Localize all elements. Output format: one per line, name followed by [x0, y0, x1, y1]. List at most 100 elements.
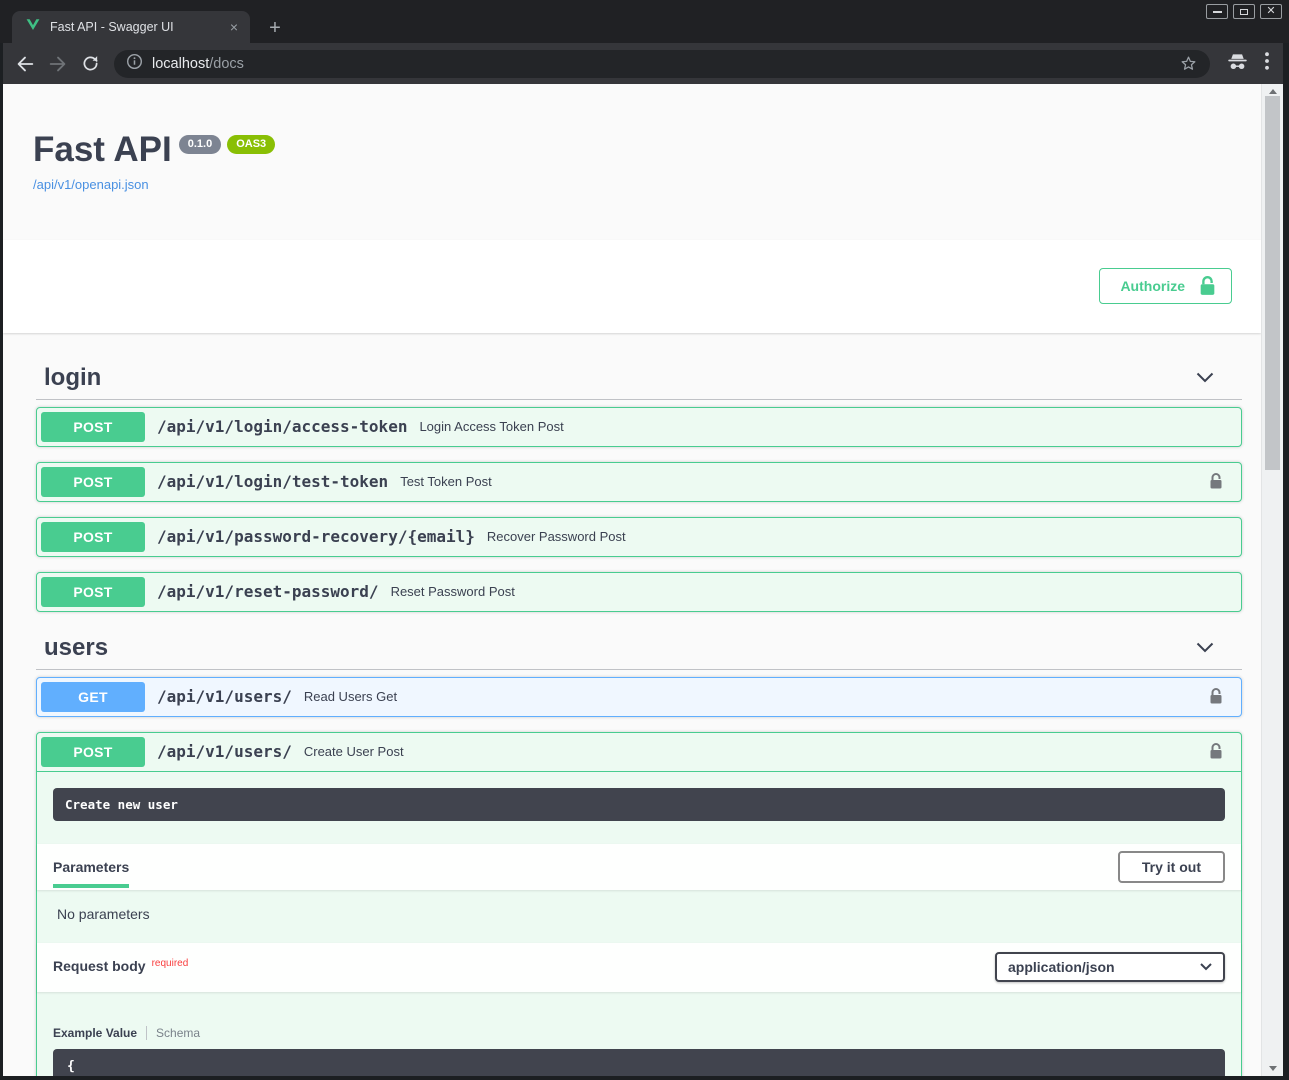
url-path: /docs [209, 56, 244, 72]
parameters-title: Parameters [53, 859, 129, 875]
maximize-button[interactable] [1233, 4, 1255, 19]
scheme-container: Authorize [3, 240, 1261, 333]
method-badge: POST [41, 467, 145, 497]
op-path: /api/v1/login/access-token [157, 417, 407, 436]
op-summary[interactable]: POST /api/v1/login/access-token Login Ac… [37, 408, 1241, 446]
close-button[interactable]: ✕ [1260, 4, 1282, 19]
opblock-create-user: POST /api/v1/users/ Create User Post Cre… [36, 732, 1242, 1076]
scrollbar-thumb[interactable] [1265, 96, 1280, 470]
opblock-password-recovery: POST /api/v1/password-recovery/{email} R… [36, 517, 1242, 557]
version-badge: 0.1.0 [179, 135, 221, 154]
section-login: login POST /api/v1/login/access-token Lo… [36, 357, 1242, 612]
incognito-icon [1226, 51, 1249, 77]
op-summary[interactable]: POST /api/v1/users/ Create User Post [37, 733, 1241, 772]
url-host: localhost [152, 56, 209, 72]
op-summary[interactable]: POST /api/v1/password-recovery/{email} R… [37, 518, 1241, 556]
authorize-button[interactable]: Authorize [1099, 268, 1232, 304]
operations-wrapper: login POST /api/v1/login/access-token Lo… [3, 357, 1261, 1076]
back-icon [19, 57, 33, 70]
browser-tab[interactable]: Fast API - Swagger UI × [12, 11, 250, 43]
browser-window: Fast API - Swagger UI × + ✕ localhost/do… [0, 0, 1289, 1080]
kebab-menu-icon [1265, 66, 1269, 70]
parameters-header: Parameters Try it out [37, 844, 1241, 890]
oas3-badge: OAS3 [227, 135, 275, 154]
try-it-out-button[interactable]: Try it out [1118, 851, 1225, 883]
media-type-value: application/json [1008, 959, 1115, 975]
new-tab-button[interactable]: + [263, 16, 287, 40]
openapi-spec-link[interactable]: /api/v1/openapi.json [33, 177, 149, 192]
browser-menu-button[interactable] [1265, 52, 1269, 75]
window-controls: ✕ [1206, 4, 1282, 19]
close-icon: ✕ [1266, 6, 1275, 17]
minimize-icon [1213, 11, 1222, 13]
request-body-header: Request body required application/json [37, 943, 1241, 992]
section-users-header[interactable]: users [36, 627, 1242, 670]
section-login-title: login [44, 365, 101, 391]
method-badge: POST [41, 577, 145, 607]
method-badge: POST [41, 737, 145, 767]
tab-divider [146, 1026, 147, 1040]
op-body: Create new user Parameters Try it out No… [37, 788, 1241, 1076]
page-scrollbar[interactable] [1261, 84, 1283, 1076]
tab-close-icon[interactable]: × [226, 20, 242, 34]
op-path: /api/v1/password-recovery/{email} [157, 527, 475, 546]
chevron-down-icon[interactable] [1196, 372, 1214, 383]
maximize-icon [1240, 9, 1248, 15]
method-badge: POST [41, 412, 145, 442]
method-badge: GET [41, 682, 145, 712]
op-summary[interactable]: POST /api/v1/login/test-token Test Token… [37, 463, 1241, 501]
op-summary-description: Login Access Token Post [419, 419, 563, 434]
browser-toolbar: localhost/docs [3, 43, 1283, 84]
opblock-login-test-token: POST /api/v1/login/test-token Test Token… [36, 462, 1242, 502]
auth-lock-button[interactable] [1209, 688, 1223, 705]
opblock-read-users: GET /api/v1/users/ Read Users Get [36, 677, 1242, 717]
op-summary[interactable]: GET /api/v1/users/ Read Users Get [37, 678, 1241, 716]
api-info: Fast API 0.1.0 OAS3 /api/v1/openapi.json [3, 84, 1261, 194]
bookmark-star-button[interactable] [1179, 54, 1198, 73]
scrollbar-down-arrow[interactable] [1269, 1066, 1277, 1071]
forward-button[interactable] [47, 53, 69, 75]
url-text[interactable]: localhost/docs [152, 56, 244, 72]
api-title-text: Fast API [33, 132, 172, 169]
example-code-block[interactable]: { [53, 1049, 1225, 1076]
address-bar[interactable]: localhost/docs [114, 50, 1210, 78]
opblock-reset-password: POST /api/v1/reset-password/ Reset Passw… [36, 572, 1242, 612]
toolbar-right [1226, 51, 1269, 77]
media-type-select[interactable]: application/json [995, 952, 1225, 982]
op-summary-description: Recover Password Post [487, 529, 626, 544]
required-label: required [152, 958, 189, 969]
method-badge: POST [41, 522, 145, 552]
op-path: /api/v1/users/ [157, 742, 292, 761]
star-icon [1182, 57, 1195, 69]
op-summary-description: Test Token Post [400, 474, 492, 489]
request-body-label: Request body [53, 958, 146, 974]
tab-example-value[interactable]: Example Value [53, 1026, 137, 1040]
site-info-icon[interactable] [126, 53, 143, 75]
op-summary-description: Reset Password Post [391, 584, 515, 599]
auth-lock-button[interactable] [1209, 743, 1223, 760]
back-button[interactable] [14, 53, 36, 75]
op-description: Create new user [53, 788, 1225, 821]
authorize-label: Authorize [1120, 278, 1185, 294]
op-path: /api/v1/login/test-token [157, 472, 388, 491]
tab-schema[interactable]: Schema [156, 1026, 200, 1040]
section-users-title: users [44, 635, 108, 661]
favicon-icon [26, 18, 40, 36]
tab-title: Fast API - Swagger UI [50, 20, 226, 34]
page-viewport: Fast API 0.1.0 OAS3 /api/v1/openapi.json… [3, 84, 1283, 1076]
op-summary-description: Create User Post [304, 744, 404, 759]
no-parameters-text: No parameters [37, 890, 1241, 943]
chevron-down-icon[interactable] [1196, 642, 1214, 653]
opblock-login-access-token: POST /api/v1/login/access-token Login Ac… [36, 407, 1242, 447]
reload-button[interactable] [80, 53, 101, 74]
op-path: /api/v1/users/ [157, 687, 292, 706]
section-login-header[interactable]: login [36, 357, 1242, 400]
unlocked-padlock-icon [1209, 473, 1223, 490]
minimize-button[interactable] [1206, 4, 1228, 19]
model-example: Example Value Schema { [53, 1026, 1225, 1076]
scrollbar-up-arrow[interactable] [1269, 89, 1277, 94]
op-summary[interactable]: POST /api/v1/reset-password/ Reset Passw… [37, 573, 1241, 611]
page-title: Fast API 0.1.0 OAS3 [33, 132, 1261, 169]
auth-lock-button[interactable] [1209, 473, 1223, 490]
section-users: users GET /api/v1/users/ Read Users Get [36, 627, 1242, 1076]
